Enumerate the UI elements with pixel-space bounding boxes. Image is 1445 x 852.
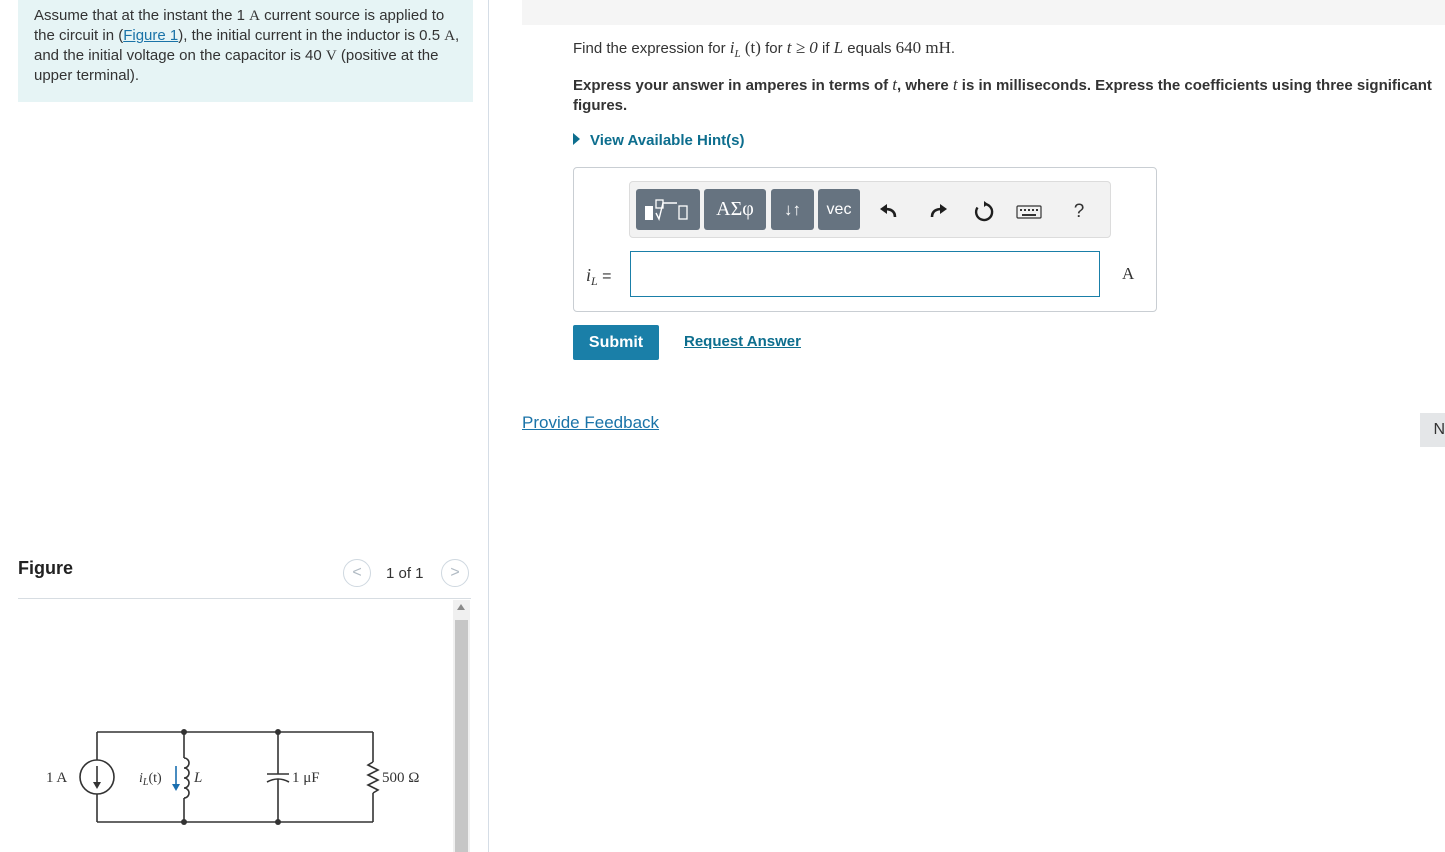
resistor-symbol — [366, 761, 380, 794]
resistor-label: 500 Ω — [382, 770, 419, 786]
answer-instruction: Express your answer in amperes in terms … — [573, 75, 1432, 114]
capacitor-label: 1 μF — [292, 770, 320, 786]
chevron-left-icon: < — [352, 564, 362, 581]
reset-icon[interactable] — [971, 199, 997, 225]
undo-icon[interactable] — [876, 199, 902, 225]
templates-icon — [645, 198, 688, 221]
provide-feedback-link[interactable]: Provide Feedback — [522, 413, 659, 433]
figure-counter: 1 of 1 — [386, 565, 424, 582]
top-strip — [522, 0, 1445, 25]
submit-button[interactable]: Submit — [573, 325, 659, 360]
figure-link[interactable]: Figure 1 — [123, 27, 178, 44]
inductor-label: L — [193, 770, 202, 786]
arrows-button[interactable]: ↓↑ — [771, 189, 814, 230]
help-icon[interactable]: ? — [1066, 199, 1092, 225]
request-answer-link[interactable]: Request Answer — [684, 333, 801, 350]
inductor-symbol — [183, 757, 190, 799]
panel-divider — [488, 0, 489, 852]
circuit-diagram: 1 A iL(t) L 1 μF 500 Ω — [46, 729, 419, 825]
view-hints-toggle[interactable]: View Available Hint(s) — [573, 132, 745, 149]
chevron-right-icon: > — [450, 564, 460, 581]
answer-variable-label: iL = — [586, 265, 612, 289]
question-text: Find the expression for iL (t) for t ≥ 0… — [573, 38, 956, 60]
inductor-current-label: iL(t) — [139, 771, 162, 788]
figure-scrollbar-thumb[interactable] — [455, 620, 468, 852]
source-label: 1 A — [46, 770, 67, 786]
problem-intro-text: Assume that at the instant the 1 A curre… — [34, 7, 460, 84]
answer-unit-label: A — [1122, 264, 1135, 283]
greek-symbols-button[interactable]: ΑΣφ — [704, 189, 766, 230]
answer-input[interactable] — [630, 251, 1100, 297]
next-button[interactable]: N — [1420, 413, 1445, 447]
redo-icon[interactable] — [925, 199, 951, 225]
vector-button[interactable]: vec — [818, 189, 860, 230]
figure-title: Figure — [18, 558, 74, 578]
figure-next-button[interactable]: > — [441, 559, 469, 587]
figure-header-rule — [18, 598, 471, 599]
templates-button[interactable] — [636, 189, 700, 230]
caret-right-icon — [573, 133, 580, 145]
figure-prev-button[interactable]: < — [343, 559, 371, 587]
scroll-up-arrow-icon[interactable] — [457, 604, 465, 610]
keyboard-icon[interactable] — [1016, 199, 1042, 225]
